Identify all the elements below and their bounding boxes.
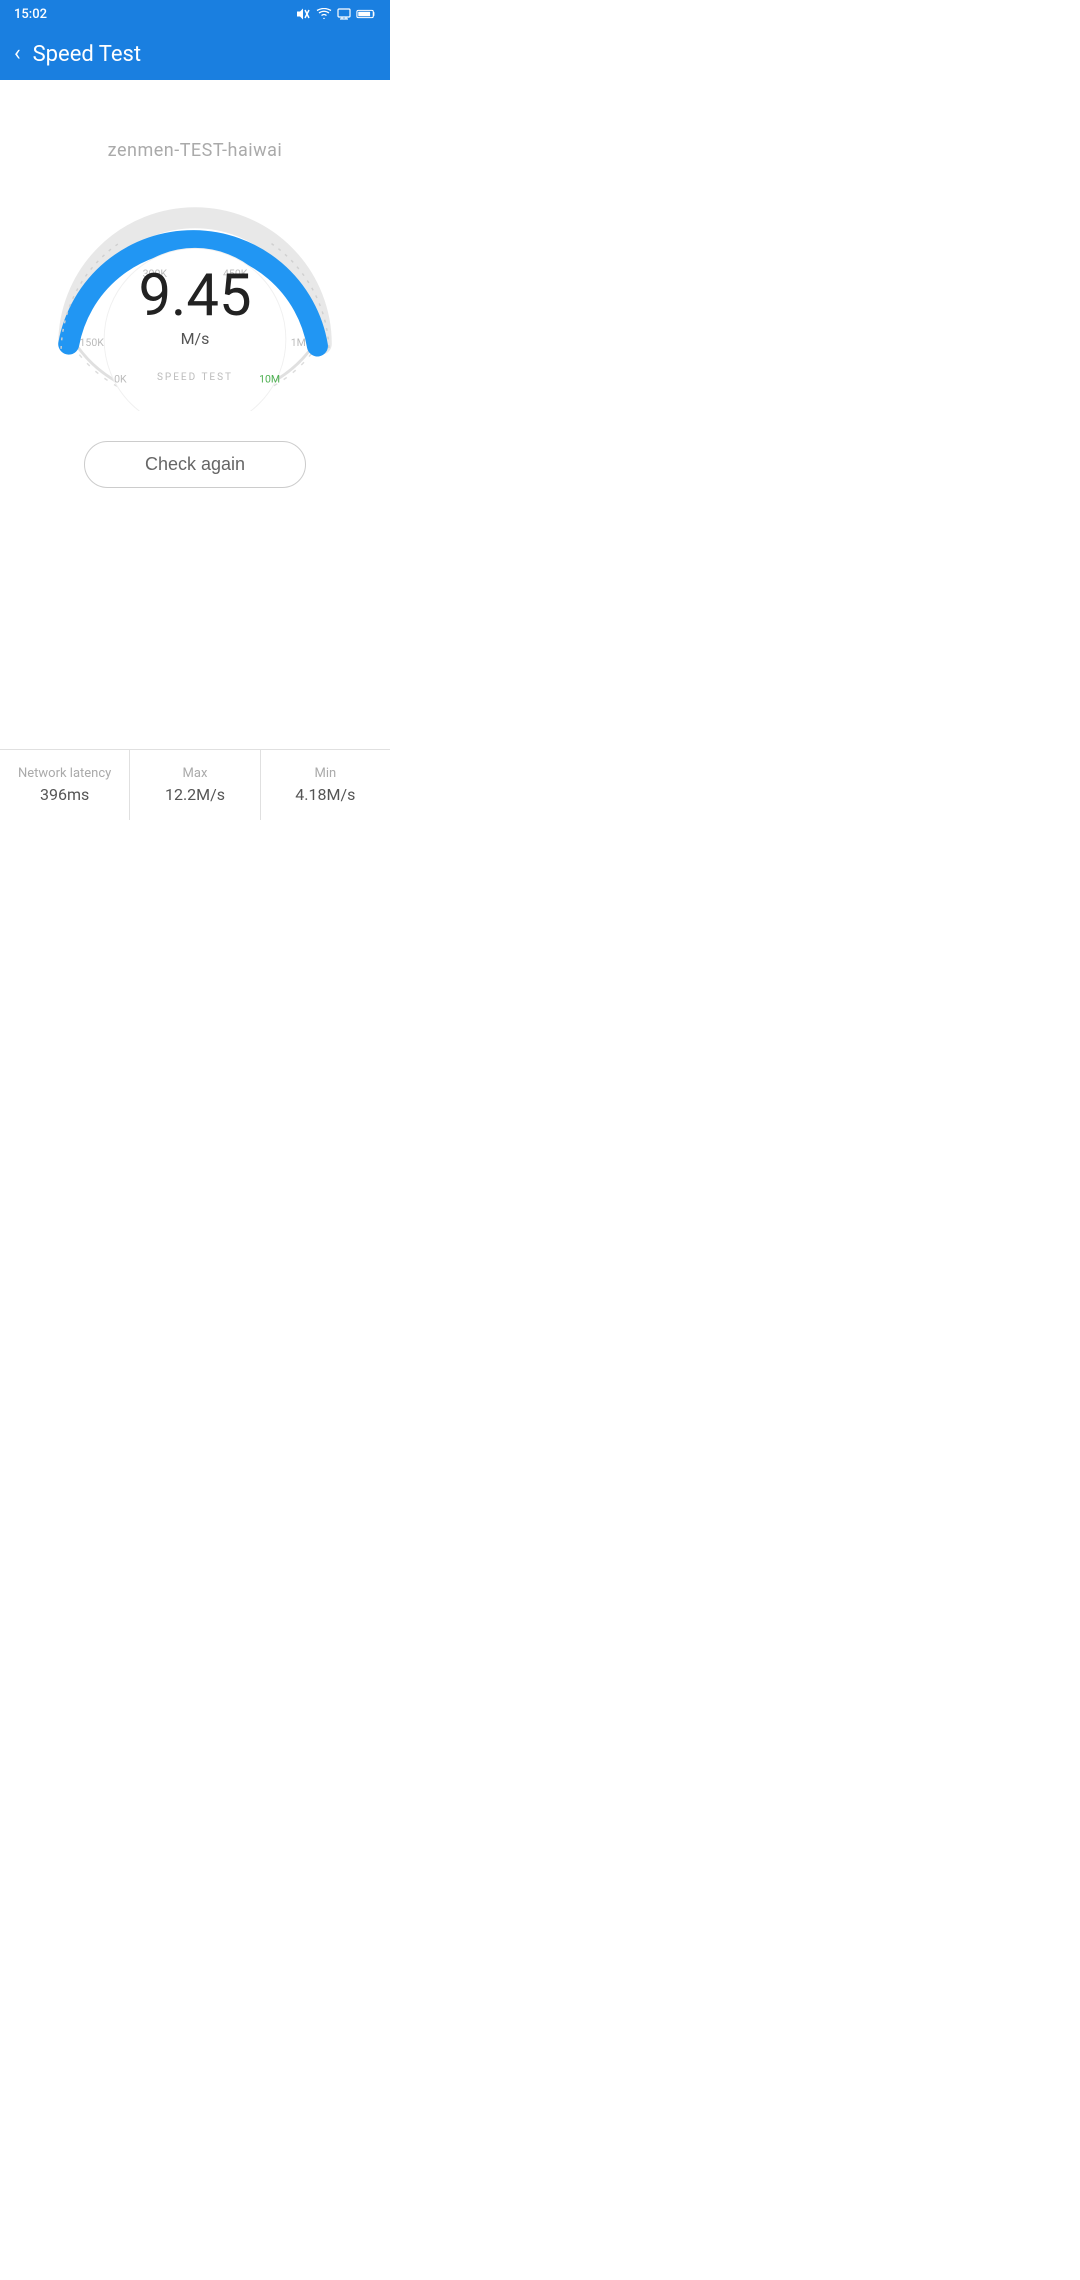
page-title: Speed Test — [33, 42, 141, 67]
status-bar: 15:02 — [0, 0, 390, 28]
svg-text:150K: 150K — [80, 336, 105, 349]
stat-value-2: 4.18M/s — [271, 785, 380, 804]
stat-label-1: Max — [140, 766, 249, 781]
mute-icon — [295, 7, 311, 21]
stat-value-1: 12.2M/s — [140, 785, 249, 804]
speed-number: 9.45 — [138, 267, 251, 325]
stat-value-0: 396ms — [10, 785, 119, 804]
check-again-button[interactable]: Check again — [84, 441, 306, 488]
stat-item-1: Max 12.2M/s — [130, 750, 260, 820]
svg-text:0K: 0K — [114, 372, 127, 385]
wifi-icon — [316, 8, 332, 20]
battery-icon — [356, 8, 376, 20]
network-name: zenmen-TEST-haiwai — [108, 140, 283, 161]
stat-item-2: Min 4.18M/s — [261, 750, 390, 820]
svg-text:1M: 1M — [291, 336, 306, 349]
status-time: 15:02 — [14, 7, 47, 22]
screen-icon — [337, 8, 351, 20]
speed-unit: M/s — [138, 329, 251, 348]
svg-text:10M: 10M — [259, 372, 280, 385]
status-icons — [295, 7, 376, 21]
stat-label-0: Network latency — [10, 766, 119, 781]
main-content: zenmen-TEST-haiwai — [0, 80, 390, 528]
stat-item-0: Network latency 396ms — [0, 750, 130, 820]
stats-bar: Network latency 396ms Max 12.2M/s Min 4.… — [0, 749, 390, 820]
speedometer: 0K 150K 300K 450K 1M 10M 9.45 M/s SPEED … — [45, 191, 345, 411]
speed-test-label: SPEED TEST — [157, 372, 233, 383]
stat-label-2: Min — [271, 766, 380, 781]
back-button[interactable]: ‹ — [14, 43, 21, 65]
speed-display: 9.45 M/s — [138, 267, 251, 348]
app-bar: ‹ Speed Test — [0, 28, 390, 80]
